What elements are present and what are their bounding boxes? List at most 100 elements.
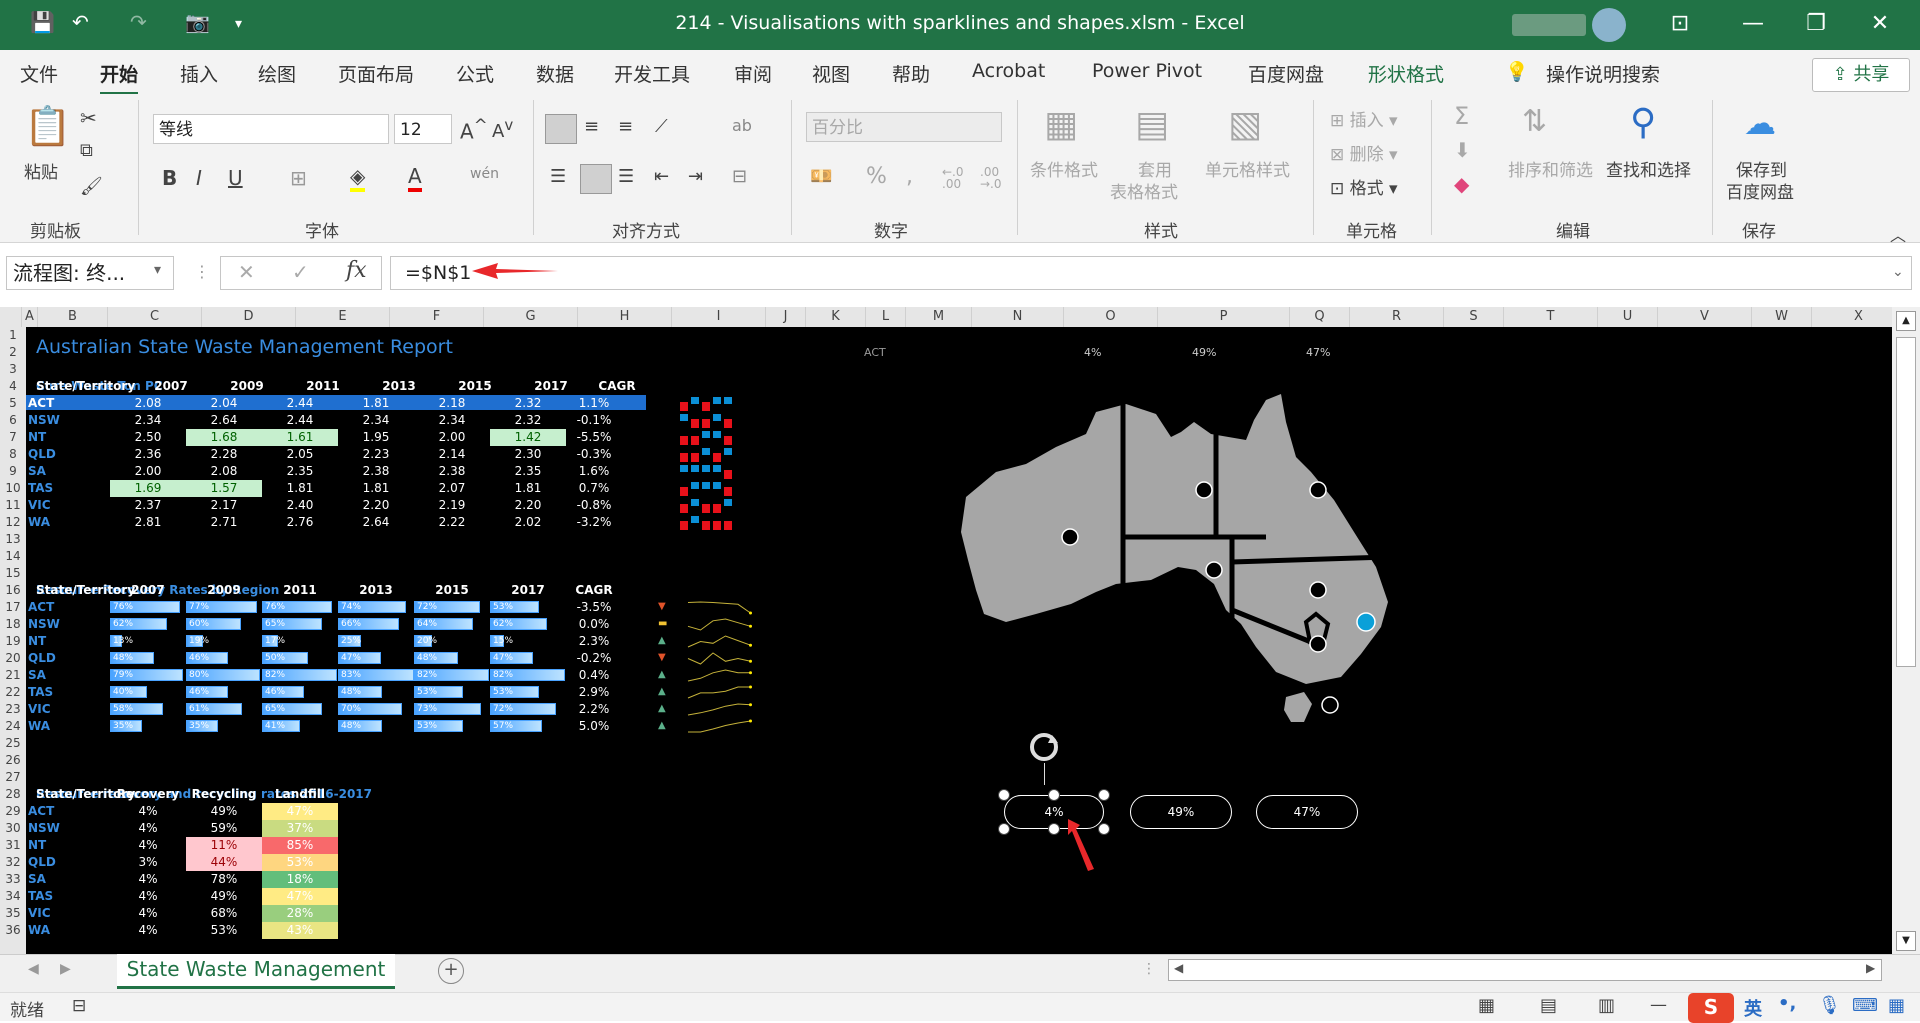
state-label[interactable]: NT [26, 429, 110, 446]
clear-icon[interactable]: ◆ [1454, 172, 1469, 196]
table-cell[interactable]: 1.6% [556, 463, 632, 480]
table-header[interactable]: 2017 [490, 582, 566, 599]
menu-view[interactable]: 视图 [812, 60, 850, 87]
column-header[interactable]: T [1504, 307, 1598, 327]
table-cell[interactable]: 47% [262, 803, 338, 820]
cagr-cell[interactable]: 0.4% [556, 667, 632, 684]
table-cell[interactable]: -0.8% [556, 497, 632, 514]
table-header[interactable]: 2009 [186, 582, 262, 599]
table-cell[interactable]: 18% [262, 871, 338, 888]
keyboard-icon[interactable]: ⌨ [1852, 995, 1878, 1016]
page-break-view-icon[interactable]: ▥ [1598, 995, 1615, 1016]
table-header[interactable]: 2007 [136, 378, 206, 395]
data-bar[interactable]: 65% [262, 618, 322, 630]
table-cell[interactable]: 2.20 [490, 497, 566, 514]
table-cell[interactable]: 0.7% [556, 480, 632, 497]
cell-style-icon[interactable]: ▧ [1228, 104, 1262, 145]
save-baidu-label-2[interactable]: 百度网盘 [1726, 178, 1794, 203]
bold-icon[interactable]: B [162, 166, 177, 190]
table-cell[interactable]: 2.38 [338, 463, 414, 480]
customize-qat-icon[interactable]: ▾ [235, 16, 242, 32]
column-header[interactable]: M [906, 307, 972, 327]
data-bar[interactable]: 35% [110, 720, 142, 732]
data-bar[interactable]: 65% [262, 703, 322, 715]
microphone-icon[interactable]: 🎙 [1818, 995, 1841, 1016]
row-header[interactable]: 25 [0, 735, 26, 752]
row-header[interactable]: 5 [0, 395, 26, 412]
row-header[interactable]: 18 [0, 616, 26, 633]
data-bar[interactable]: 46% [262, 686, 304, 698]
data-bar[interactable]: 17% [262, 635, 285, 647]
minimize-icon[interactable]: — [1733, 6, 1773, 42]
column-header[interactable]: W [1752, 307, 1812, 327]
table-cell[interactable]: 4% [110, 820, 186, 837]
table-header[interactable]: 2015 [414, 582, 490, 599]
sogou-ime-icon[interactable]: S [1688, 993, 1734, 1023]
more-icon[interactable]: ⋮ [194, 262, 210, 281]
resize-handle[interactable] [998, 823, 1010, 835]
zoom-out-icon[interactable]: — [1650, 995, 1667, 1015]
table-cell[interactable]: 2.02 [490, 514, 566, 531]
table-cell[interactable]: 43% [262, 922, 338, 939]
increase-indent-icon[interactable]: ⇥ [688, 166, 703, 187]
camera-icon[interactable]: 📷 [185, 10, 210, 34]
data-bar[interactable]: 60% [186, 618, 241, 630]
column-header[interactable]: D [202, 307, 296, 327]
menu-draw[interactable]: 绘图 [258, 60, 296, 87]
data-bar[interactable]: 83% [338, 669, 414, 681]
state-label[interactable]: WA [26, 718, 110, 735]
ribbon-display-icon[interactable]: ⊡ [1660, 6, 1700, 42]
data-bar[interactable]: 53% [490, 686, 539, 698]
table-cell[interactable]: 2.34 [414, 412, 490, 429]
table-cell[interactable]: 85% [262, 837, 338, 854]
table-cell[interactable]: 4% [110, 803, 186, 820]
table-cell[interactable]: 2.50 [110, 429, 186, 446]
underline-icon[interactable]: U [228, 166, 243, 190]
table-cell[interactable]: 3% [110, 854, 186, 871]
data-bar[interactable]: 48% [110, 652, 154, 664]
resize-handle[interactable] [1048, 823, 1060, 835]
data-bar[interactable]: 80% [186, 669, 260, 681]
table-header[interactable]: 2013 [364, 378, 434, 395]
accounting-icon[interactable]: 💴 [810, 166, 832, 187]
table-cell[interactable]: 1.68 [186, 429, 262, 446]
sort-filter-icon[interactable]: ⇅ [1522, 104, 1547, 139]
percent-icon[interactable]: % [866, 164, 887, 189]
sheet-tab-state-waste[interactable]: State Waste Management [117, 954, 395, 989]
fill-icon[interactable]: ⬇ [1454, 138, 1471, 162]
table-cell[interactable]: 1.42 [490, 429, 566, 446]
column-header[interactable]: P [1158, 307, 1290, 327]
row-header[interactable]: 34 [0, 888, 26, 905]
name-box-dropdown-icon[interactable]: ▾ [154, 262, 161, 278]
column-header[interactable]: I [672, 307, 766, 327]
data-bar[interactable]: 70% [338, 703, 402, 715]
cagr-cell[interactable]: 5.0% [556, 718, 632, 735]
table-header[interactable]: Recycling [186, 786, 262, 803]
avatar[interactable] [1592, 8, 1626, 42]
table-cell[interactable]: 2.19 [414, 497, 490, 514]
page-layout-view-icon[interactable]: ▤ [1540, 995, 1557, 1016]
data-bar[interactable]: 53% [490, 601, 539, 613]
row-header[interactable]: 22 [0, 684, 26, 701]
format-painter-icon[interactable]: 🖌 [80, 176, 103, 197]
orientation-icon[interactable]: ⟋ [655, 116, 668, 137]
state-label[interactable]: WA [26, 922, 110, 939]
state-label[interactable]: QLD [26, 854, 110, 871]
table-header[interactable]: 2009 [212, 378, 282, 395]
row-header[interactable]: 14 [0, 548, 26, 565]
menu-formulas[interactable]: 公式 [456, 60, 494, 87]
decrease-indent-icon[interactable]: ⇤ [654, 166, 669, 187]
table-cell[interactable]: 53% [262, 854, 338, 871]
column-header[interactable]: A [22, 307, 38, 327]
data-bar[interactable]: 77% [186, 601, 257, 613]
column-header[interactable]: Q [1290, 307, 1350, 327]
row-header[interactable]: 29 [0, 803, 26, 820]
data-bar[interactable]: 72% [490, 703, 556, 715]
data-bar[interactable]: 82% [490, 669, 565, 681]
row-header[interactable]: 4 [0, 378, 26, 395]
table-cell[interactable]: 4% [110, 905, 186, 922]
data-bar[interactable]: 58% [110, 703, 163, 715]
normal-view-icon[interactable]: ▦ [1478, 995, 1495, 1016]
formula-input[interactable]: =$N$1 [390, 256, 1912, 290]
table-cell[interactable]: 1.81 [338, 395, 414, 412]
